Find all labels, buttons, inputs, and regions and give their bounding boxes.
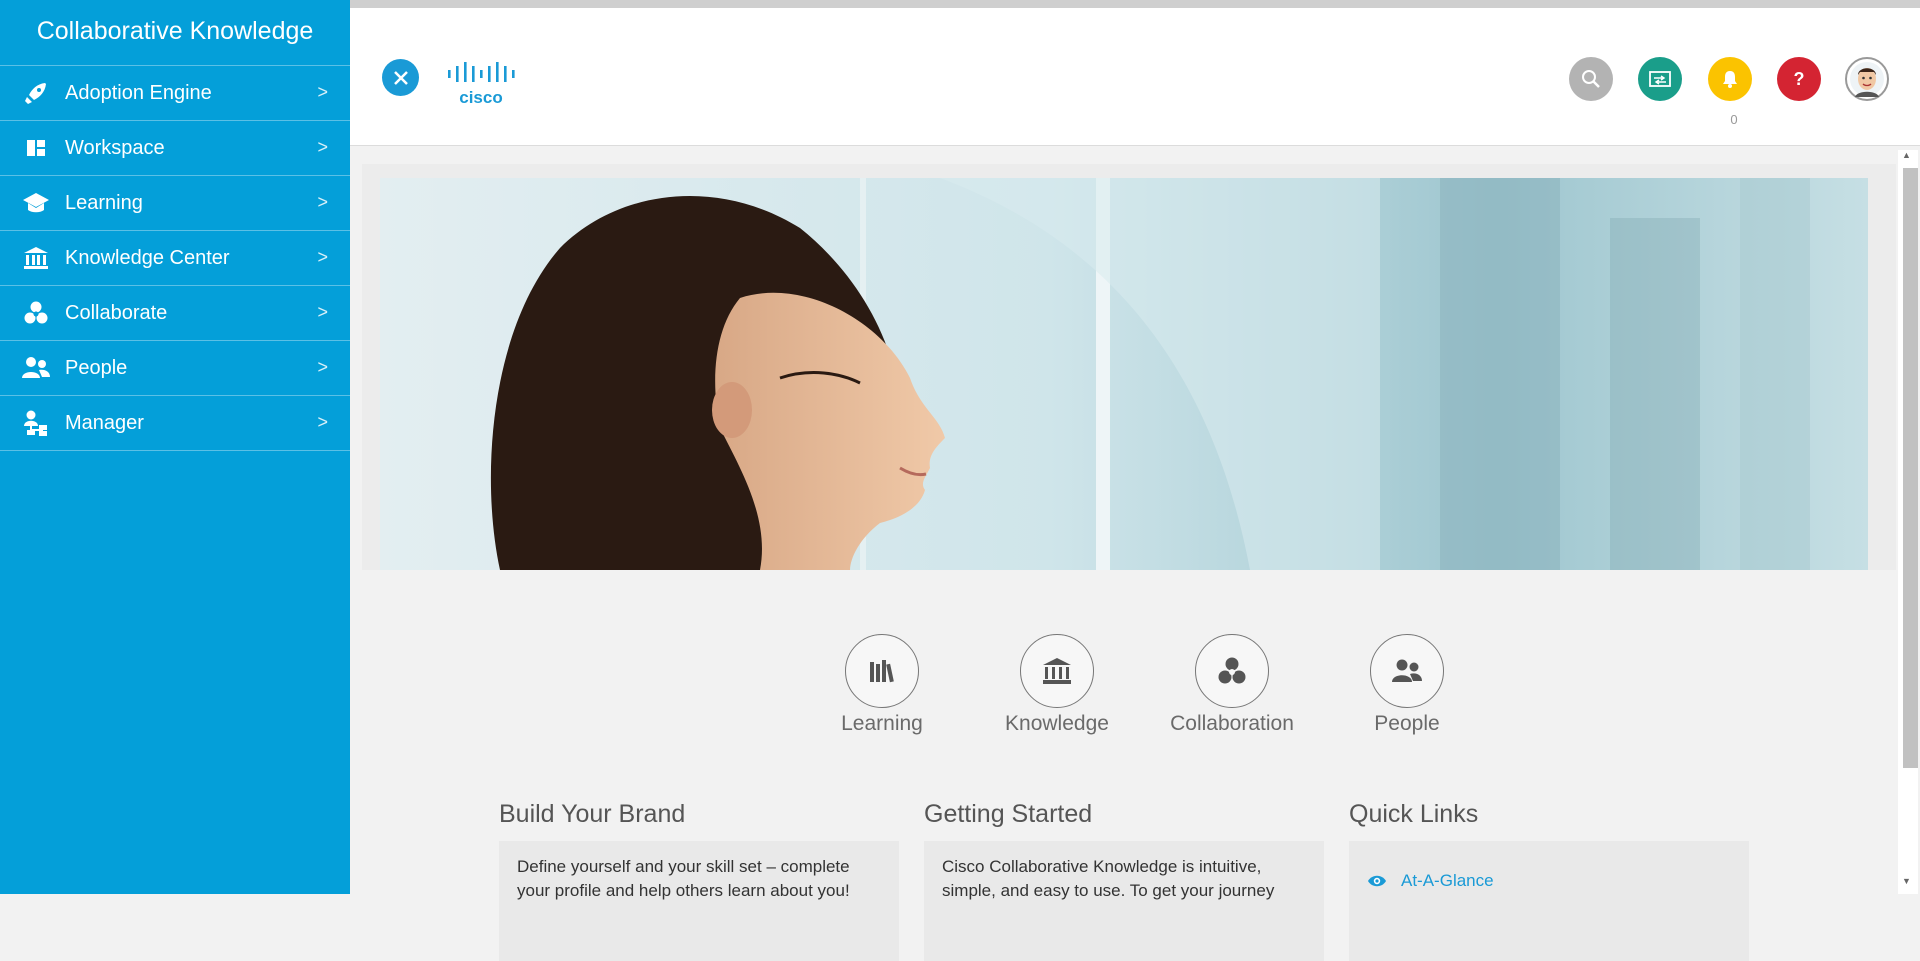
sidebar-item-label: Learning <box>65 191 143 214</box>
scroll-down-arrow-icon[interactable]: ▼ <box>1902 876 1911 886</box>
search-button[interactable] <box>1569 57 1613 101</box>
section-text: Cisco Collaborative Knowledge is intuiti… <box>924 841 1324 961</box>
svg-text:cisco: cisco <box>459 88 502 107</box>
chevron-right-icon: > <box>317 247 328 267</box>
books-icon <box>845 634 919 708</box>
sidebar-item-manager[interactable]: Manager > <box>0 396 350 451</box>
feature-label: Learning <box>841 712 923 735</box>
main-area: cisco 0 ? Learning Knowledge Collaborati… <box>350 0 1920 961</box>
question-mark-icon: ? <box>1793 68 1805 89</box>
collaborate-icon <box>1195 634 1269 708</box>
people-icon <box>18 350 54 386</box>
chevron-right-icon: > <box>317 412 328 432</box>
feature-knowledge[interactable]: Knowledge <box>987 634 1127 736</box>
feature-people[interactable]: People <box>1337 634 1477 736</box>
hero-image <box>380 178 1868 570</box>
eye-icon <box>1368 875 1386 887</box>
sidebar-item-label: Manager <box>65 411 144 434</box>
sidebar-item-label: Workspace <box>65 136 165 159</box>
feature-collaboration[interactable]: Collaboration <box>1162 634 1302 736</box>
bell-icon <box>1723 71 1737 88</box>
feature-label: Collaboration <box>1170 712 1294 735</box>
hero-banner-frame <box>362 164 1896 570</box>
app-title: Collaborative Knowledge <box>0 0 350 66</box>
quick-link-label: At-A-Glance <box>1401 871 1494 890</box>
scrollbar-thumb[interactable] <box>1903 168 1918 768</box>
getting-started-section: Getting Started Cisco Collaborative Know… <box>924 800 1324 961</box>
feature-label: Knowledge <box>1005 712 1109 735</box>
cisco-bridge-icon: cisco <box>448 62 515 107</box>
sidebar-item-people[interactable]: People > <box>0 341 350 396</box>
sidebar-item-knowledge-center[interactable]: Knowledge Center > <box>0 231 350 286</box>
chevron-right-icon: > <box>317 357 328 377</box>
search-icon <box>1582 70 1600 88</box>
people-icon <box>1370 634 1444 708</box>
org-chart-icon <box>18 405 54 441</box>
switch-app-button[interactable] <box>1638 57 1682 101</box>
sidebar: Collaborative Knowledge Adoption Engine … <box>0 0 350 894</box>
chevron-right-icon: > <box>317 82 328 102</box>
collaborate-icon <box>18 295 54 331</box>
close-menu-button[interactable] <box>382 59 419 96</box>
sidebar-item-label: Knowledge Center <box>65 246 230 269</box>
avatar[interactable] <box>1845 57 1889 101</box>
sidebar-item-label: Collaborate <box>65 301 168 324</box>
chevron-right-icon: > <box>317 302 328 322</box>
quick-links-box: At-A-Glance <box>1349 841 1749 961</box>
section-title: Getting Started <box>924 800 1093 828</box>
quick-links-section: Quick Links At-A-Glance <box>1349 800 1749 961</box>
quick-link-at-a-glance[interactable]: At-A-Glance <box>1367 869 1731 893</box>
workspace-icon <box>18 130 54 166</box>
screen-switch-icon <box>1649 71 1671 87</box>
chevron-right-icon: > <box>317 137 328 157</box>
chevron-right-icon: > <box>317 192 328 212</box>
sidebar-item-label: People <box>65 356 128 379</box>
build-your-brand-section: Build Your Brand Define yourself and you… <box>499 800 899 961</box>
user-avatar-icon <box>1850 62 1884 97</box>
rocket-icon <box>18 75 54 111</box>
sidebar-item-label: Adoption Engine <box>65 81 212 104</box>
sidebar-item-collaborate[interactable]: Collaborate > <box>0 286 350 341</box>
bank-icon <box>1020 634 1094 708</box>
scroll-up-arrow-icon[interactable]: ▲ <box>1902 150 1911 160</box>
feature-label: People <box>1374 712 1440 735</box>
page-content: Learning Knowledge Collaboration People <box>362 164 1896 961</box>
bank-icon <box>18 240 54 276</box>
top-bar: cisco 0 ? <box>350 0 1920 146</box>
section-title: Quick Links <box>1349 800 1479 828</box>
graduation-cap-icon <box>18 185 54 221</box>
notification-count: 0 <box>1730 112 1738 127</box>
sidebar-item-adoption-engine[interactable]: Adoption Engine > <box>0 66 350 121</box>
section-text: Define yourself and your skill set – com… <box>499 841 899 961</box>
help-button[interactable]: ? <box>1777 57 1821 101</box>
sidebar-item-workspace[interactable]: Workspace > <box>0 121 350 176</box>
section-title: Build Your Brand <box>499 800 686 828</box>
feature-learning[interactable]: Learning <box>812 634 952 736</box>
close-icon <box>393 70 408 85</box>
notifications-button[interactable] <box>1708 57 1752 101</box>
sidebar-item-learning[interactable]: Learning > <box>0 176 350 231</box>
cisco-logo[interactable]: cisco <box>446 58 526 108</box>
